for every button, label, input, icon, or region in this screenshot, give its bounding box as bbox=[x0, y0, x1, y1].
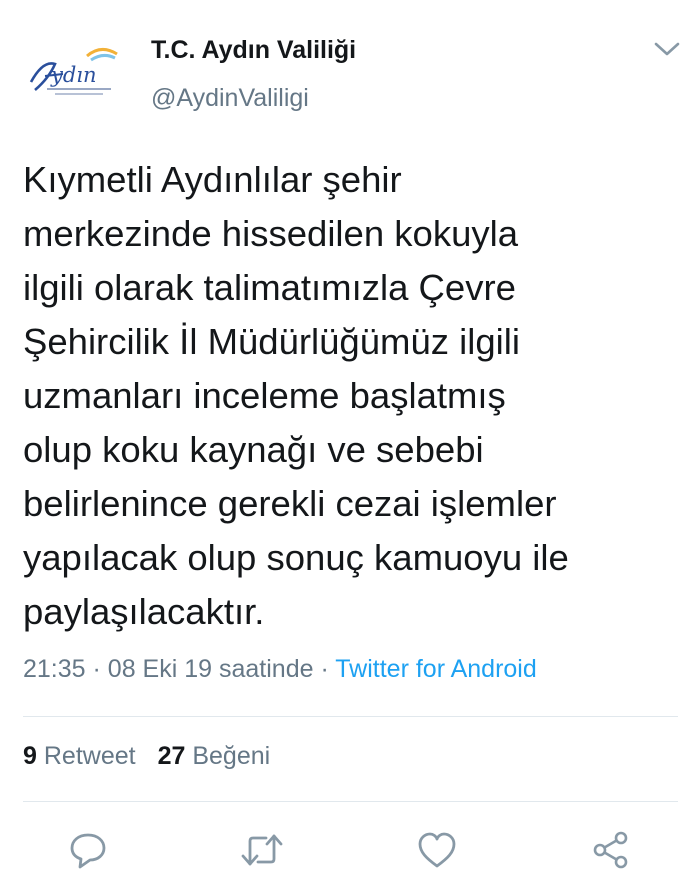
tweet-date: 08 Eki 19 saatinde bbox=[107, 655, 314, 683]
divider bbox=[23, 801, 678, 802]
display-name[interactable]: T.C. Aydın Valiliği bbox=[151, 36, 356, 65]
reply-icon bbox=[70, 833, 106, 869]
like-label: Beğeni bbox=[192, 742, 271, 770]
like-button[interactable] bbox=[412, 822, 462, 878]
tweet-header: ydın T.C. Aydın Valiliği @AydinValiligi bbox=[0, 0, 700, 140]
meta-separator: · bbox=[320, 655, 329, 683]
retweet-button[interactable] bbox=[237, 822, 287, 878]
tweet-time: 21:35 bbox=[23, 655, 86, 683]
like-stat[interactable]: 27 Beğeni bbox=[158, 742, 271, 770]
retweet-stat[interactable]: 9 Retweet bbox=[23, 742, 136, 770]
meta-separator: · bbox=[92, 655, 101, 683]
divider bbox=[23, 716, 678, 717]
tweet-metadata: 21:35 · 08 Eki 19 saatinde · Twitter for… bbox=[23, 655, 537, 684]
tweet-actions bbox=[0, 822, 700, 882]
like-count: 27 bbox=[157, 742, 186, 770]
aydin-logo-icon: ydın bbox=[29, 48, 118, 95]
share-button[interactable] bbox=[586, 822, 636, 878]
tweet-stats: 9 Retweet 27 Beğeni bbox=[23, 742, 270, 771]
reply-button[interactable] bbox=[63, 822, 113, 878]
tweet-text: Kıymetli Aydınlılar şehir merkezinde his… bbox=[23, 159, 569, 632]
retweet-count: 9 bbox=[23, 742, 37, 770]
retweet-label: Retweet bbox=[43, 742, 136, 770]
avatar[interactable]: ydın bbox=[22, 38, 128, 110]
chevron-down-icon[interactable] bbox=[650, 36, 684, 62]
like-icon bbox=[418, 832, 456, 868]
user-handle[interactable]: @AydinValiligi bbox=[151, 84, 309, 113]
tweet-source-link[interactable]: Twitter for Android bbox=[335, 655, 536, 683]
retweet-icon bbox=[241, 834, 283, 866]
share-icon bbox=[593, 831, 628, 869]
svg-text:ydın: ydın bbox=[50, 63, 97, 87]
